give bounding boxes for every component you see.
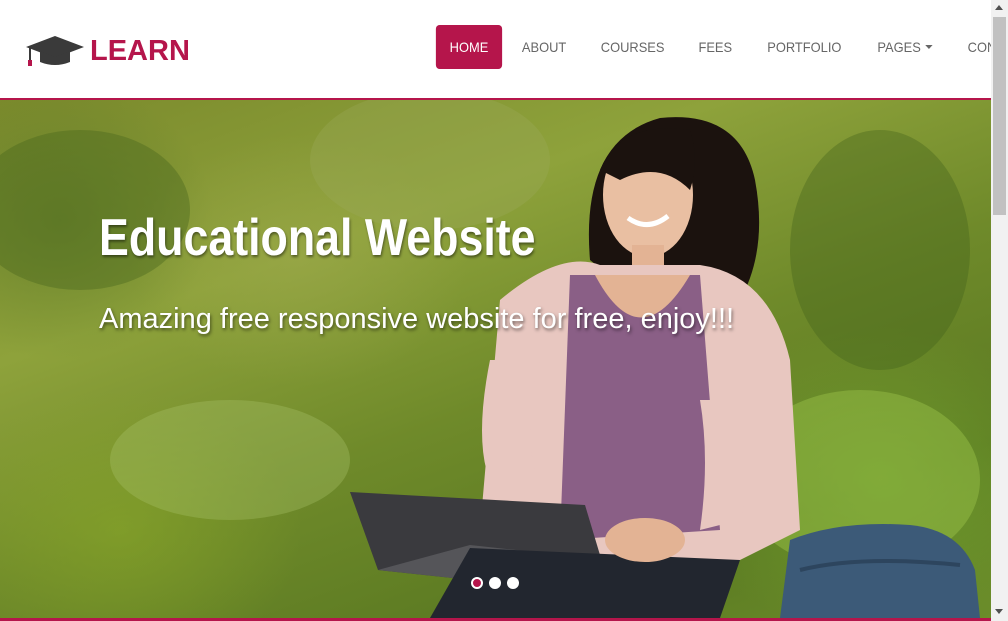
nav-home[interactable]: HOME xyxy=(435,25,503,69)
nav-portfolio[interactable]: PORTFOLIO xyxy=(753,25,855,69)
scroll-down-arrow-icon[interactable] xyxy=(995,609,1003,614)
nav-pages-dropdown[interactable]: PAGES xyxy=(863,25,946,69)
scroll-up-arrow-icon[interactable] xyxy=(995,5,1003,10)
hero-subtitle: Amazing free responsive website for free… xyxy=(99,303,735,335)
caret-down-icon xyxy=(925,45,933,49)
nav-home-label: HOME xyxy=(449,39,489,55)
slide-indicator-2[interactable] xyxy=(489,577,501,589)
slider-indicators xyxy=(471,577,519,589)
logo-text: LEARN xyxy=(90,35,190,67)
hero-title: Educational Website xyxy=(99,209,536,267)
nav-fees[interactable]: FEES xyxy=(685,25,746,69)
nav-portfolio-label: PORTFOLIO xyxy=(767,39,842,55)
vertical-scrollbar[interactable] xyxy=(991,0,1008,621)
nav-fees-label: FEES xyxy=(698,39,733,55)
slide-indicator-3[interactable] xyxy=(507,577,519,589)
site-header: LEARN HOME ABOUT COURSES FEES PORTFOLIO … xyxy=(0,0,1008,100)
main-nav: HOME ABOUT COURSES FEES PORTFOLIO PAGES … xyxy=(433,25,1008,69)
site-logo[interactable]: LEARN xyxy=(26,33,190,69)
nav-about-label: ABOUT xyxy=(521,39,567,55)
graduation-cap-icon xyxy=(26,36,84,66)
nav-courses[interactable]: COURSES xyxy=(587,25,678,69)
nav-about[interactable]: ABOUT xyxy=(508,25,580,69)
nav-courses-label: COURSES xyxy=(601,39,665,55)
slide-indicator-1[interactable] xyxy=(471,577,483,589)
hero-background-image xyxy=(0,100,980,618)
hero-slider: Educational Website Amazing free respons… xyxy=(0,100,991,618)
scrollbar-thumb[interactable] xyxy=(993,17,1006,215)
nav-pages-label: PAGES xyxy=(877,39,921,55)
